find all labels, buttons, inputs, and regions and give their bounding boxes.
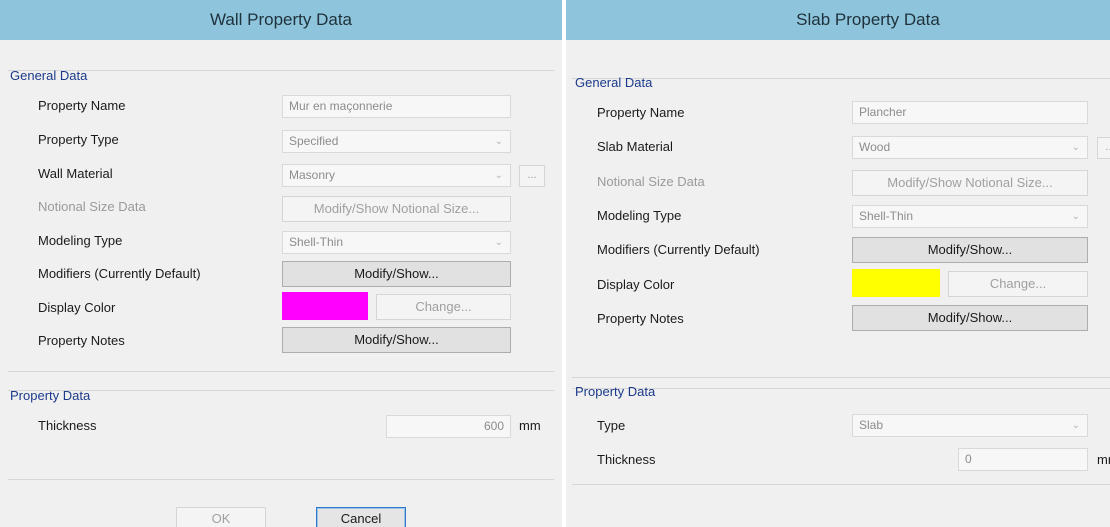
wall-modifiers-label: Modifiers (Currently Default) — [38, 266, 201, 281]
wall-property-type-select[interactable]: Specified ⌄ — [282, 130, 511, 153]
wall-notional-size-label: Notional Size Data — [38, 199, 146, 214]
wall-material-more-button[interactable]: ... — [519, 165, 545, 187]
wall-property-type-label: Property Type — [38, 132, 119, 147]
slab-property-notes-label: Property Notes — [597, 311, 684, 326]
wall-property-type-value: Specified — [289, 134, 339, 148]
cancel-button[interactable]: Cancel — [316, 507, 406, 527]
wall-notional-size-button[interactable]: Modify/Show Notional Size... — [282, 196, 511, 222]
wall-material-value: Masonry — [289, 168, 336, 182]
wall-notes-button[interactable]: Modify/Show... — [282, 327, 511, 353]
slab-material-label: Slab Material — [597, 139, 673, 154]
slab-modifiers-label: Modifiers (Currently Default) — [597, 242, 760, 257]
slab-type-value: Slab — [859, 418, 884, 432]
chevron-down-icon: ⌄ — [494, 170, 503, 181]
slab-notional-size-button[interactable]: Modify/Show Notional Size... — [852, 170, 1088, 196]
ok-button[interactable]: OK — [176, 507, 266, 527]
wall-property-name-label: Property Name — [38, 98, 126, 113]
wall-property-name-field[interactable]: Mur en maçonnerie — [282, 95, 511, 118]
wall-property-notes-label: Property Notes — [38, 333, 125, 348]
slab-change-color-button[interactable]: Change... — [948, 271, 1088, 297]
chevron-down-icon: ⌄ — [1071, 211, 1080, 222]
wall-property-data-title: Property Data — [10, 388, 91, 403]
wall-thickness-unit: mm — [519, 418, 541, 433]
slab-property-name-label: Property Name — [597, 105, 685, 120]
slab-display-color-swatch[interactable] — [852, 269, 940, 297]
slab-property-name-field[interactable]: Plancher — [852, 101, 1088, 124]
wall-material-label: Wall Material — [38, 166, 113, 181]
wall-thickness-label: Thickness — [38, 418, 97, 433]
slab-notes-button[interactable]: Modify/Show... — [852, 305, 1088, 331]
slab-material-select[interactable]: Wood ⌄ — [852, 136, 1088, 159]
chevron-down-icon: ⌄ — [494, 136, 503, 147]
wall-material-select[interactable]: Masonry ⌄ — [282, 164, 511, 187]
slab-type-label: Type — [597, 418, 626, 433]
wall-display-color-label: Display Color — [38, 300, 116, 315]
wall-dialog-title: Wall Property Data — [0, 0, 562, 40]
slab-general-data-title: General Data — [575, 75, 653, 90]
slab-type-select[interactable]: Slab ⌄ — [852, 414, 1088, 437]
slab-notional-size-label: Notional Size Data — [597, 174, 705, 189]
wall-general-data-title: General Data — [10, 68, 88, 83]
slab-thickness-unit: mm — [1097, 452, 1110, 467]
wall-property-dialog: Wall Property Data General Data Property… — [0, 0, 562, 527]
slab-display-color-label: Display Color — [597, 277, 675, 292]
slab-thickness-label: Thickness — [597, 452, 656, 467]
slab-thickness-field[interactable]: 0 — [958, 448, 1088, 471]
chevron-down-icon: ⌄ — [494, 237, 503, 248]
slab-modeling-type-select[interactable]: Shell-Thin ⌄ — [852, 205, 1088, 228]
wall-change-color-button[interactable]: Change... — [376, 294, 511, 320]
slab-property-data-title: Property Data — [575, 384, 656, 399]
wall-modifiers-button[interactable]: Modify/Show... — [282, 261, 511, 287]
chevron-down-icon: ⌄ — [1071, 420, 1080, 431]
slab-material-value: Wood — [859, 140, 891, 154]
slab-modifiers-button[interactable]: Modify/Show... — [852, 237, 1088, 263]
slab-dialog-title: Slab Property Data — [566, 0, 1110, 40]
wall-display-color-swatch[interactable] — [282, 292, 368, 320]
wall-modeling-type-select[interactable]: Shell-Thin ⌄ — [282, 231, 511, 254]
slab-material-more-button[interactable]: ... — [1097, 137, 1110, 159]
slab-modeling-type-value: Shell-Thin — [859, 209, 914, 223]
slab-modeling-type-label: Modeling Type — [597, 208, 682, 223]
wall-modeling-type-label: Modeling Type — [38, 233, 123, 248]
wall-modeling-type-value: Shell-Thin — [289, 235, 344, 249]
chevron-down-icon: ⌄ — [1071, 142, 1080, 153]
wall-thickness-field[interactable]: 600 — [386, 415, 511, 438]
slab-property-dialog: Slab Property Data General Data Property… — [566, 0, 1110, 527]
